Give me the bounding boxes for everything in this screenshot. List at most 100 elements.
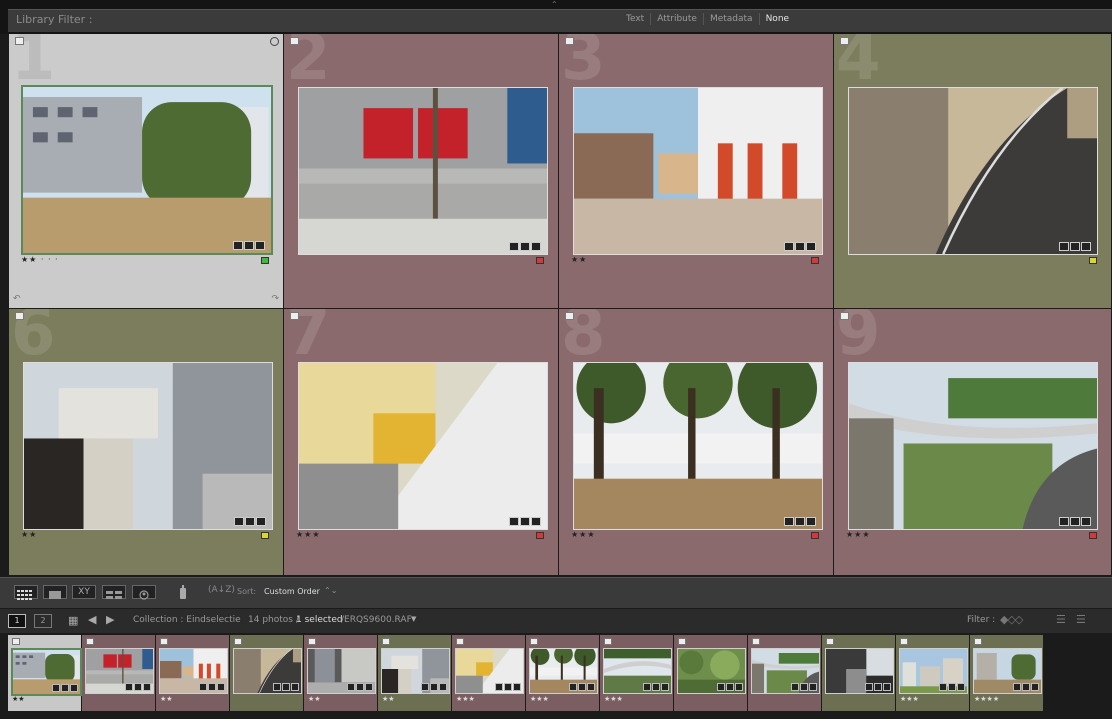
develop-badge-icon[interactable] [1081, 242, 1091, 251]
loupe-view-button[interactable] [43, 585, 67, 599]
pick-flag-icon[interactable] [752, 638, 760, 645]
pick-flag-icon[interactable] [840, 312, 849, 320]
spray-can-icon[interactable] [178, 584, 188, 600]
develop-badge-icon[interactable] [531, 517, 541, 526]
pick-flag-icon[interactable] [456, 638, 464, 645]
filter-tab-text[interactable]: Text [620, 13, 652, 25]
photo-thumbnail[interactable] [573, 362, 823, 530]
collection-label[interactable]: Collection : Eindselectie [133, 615, 241, 625]
grid-cell-7[interactable]: 7 ★★★ [284, 309, 559, 576]
photo-thumbnail[interactable] [298, 87, 548, 255]
collection-badge-icon[interactable] [509, 517, 519, 526]
filmstrip-thumbnail[interactable] [677, 648, 746, 694]
pick-flag-icon[interactable] [15, 37, 24, 45]
crop-badge-icon[interactable] [245, 517, 255, 526]
star-rating[interactable]: ★★★ [296, 530, 321, 539]
compare-view-button[interactable]: XY [72, 585, 96, 599]
filmstrip-thumbnail[interactable] [455, 648, 524, 694]
quick-collection-icon[interactable] [270, 37, 279, 46]
pick-flag-icon[interactable] [678, 638, 686, 645]
pick-flag-icon[interactable] [974, 638, 982, 645]
pick-flag-icon[interactable] [565, 312, 574, 320]
flag-filter-icon[interactable]: ◆◇◇ [1000, 613, 1023, 626]
survey-view-button[interactable] [102, 585, 126, 599]
photo-thumbnail[interactable] [298, 362, 548, 530]
color-label-icon[interactable] [811, 532, 819, 539]
develop-badge-icon[interactable] [1081, 517, 1091, 526]
filmstrip-thumbnail[interactable] [973, 648, 1042, 694]
color-label-icon[interactable] [1089, 532, 1097, 539]
filmstrip-thumbnail[interactable] [307, 648, 376, 694]
develop-badge-icon[interactable] [806, 517, 816, 526]
file-dropdown-icon[interactable]: ▼ [411, 615, 416, 623]
filmstrip-item[interactable] [674, 635, 748, 711]
filmstrip-item[interactable]: ★★★ [526, 635, 600, 711]
pick-flag-icon[interactable] [234, 638, 242, 645]
color-label-icon[interactable] [536, 257, 544, 264]
filmstrip-item[interactable] [82, 635, 156, 711]
filmstrip-thumbnail[interactable] [825, 648, 894, 694]
pick-flag-icon[interactable] [565, 37, 574, 45]
collection-badge-icon[interactable] [509, 242, 519, 251]
filter-lock-icon[interactable]: ☰ [1076, 613, 1086, 626]
photo-thumbnail[interactable] [21, 85, 273, 255]
people-view-button[interactable] [132, 585, 156, 600]
filmstrip-item[interactable] [748, 635, 822, 711]
grid-cell-8[interactable]: 8 ★★★ [559, 309, 834, 576]
collection-badge-icon[interactable] [1059, 517, 1069, 526]
pick-flag-icon[interactable] [382, 638, 390, 645]
panel-toggle-icon[interactable]: ⌃ [551, 0, 558, 9]
photo-thumbnail[interactable] [848, 87, 1098, 255]
crop-badge-icon[interactable] [520, 242, 530, 251]
develop-badge-icon[interactable] [531, 242, 541, 251]
filmstrip-thumbnail[interactable] [529, 648, 598, 694]
pick-flag-icon[interactable] [15, 312, 24, 320]
filmstrip-thumbnail[interactable] [751, 648, 820, 694]
filter-tab-none[interactable]: None [760, 13, 795, 25]
crop-badge-icon[interactable] [795, 242, 805, 251]
grid-mode-icon[interactable]: ▦ [68, 614, 78, 627]
photo-thumbnail[interactable] [573, 87, 823, 255]
filmstrip-thumbnail[interactable] [233, 648, 302, 694]
grid-cell-3[interactable]: 3 ★★ [559, 34, 834, 309]
develop-badge-icon[interactable] [255, 241, 265, 250]
filmstrip-item[interactable]: ★★★ [600, 635, 674, 711]
filmstrip-thumbnail[interactable] [85, 648, 154, 694]
star-rating[interactable]: ★★ · · · [21, 255, 59, 264]
pick-flag-icon[interactable] [840, 37, 849, 45]
filter-tab-metadata[interactable]: Metadata [704, 13, 760, 25]
filmstrip-item[interactable]: ★★★ [896, 635, 970, 711]
star-rating[interactable]: ★★★ [571, 530, 596, 539]
filmstrip-item[interactable]: ★★★ [452, 635, 526, 711]
star-rating[interactable]: ★★★ [846, 530, 871, 539]
main-window-button[interactable]: 1 [8, 614, 26, 628]
collection-badge-icon[interactable] [234, 517, 244, 526]
crop-badge-icon[interactable] [244, 241, 254, 250]
filmstrip-thumbnail[interactable] [899, 648, 968, 694]
collection-badge-icon[interactable] [1059, 242, 1069, 251]
pick-flag-icon[interactable] [12, 638, 20, 645]
filter-presets-icon[interactable]: ☰ [1056, 613, 1066, 626]
rotate-right-icon[interactable]: ↷ [271, 294, 279, 304]
color-label-icon[interactable] [1089, 257, 1097, 264]
pick-flag-icon[interactable] [86, 638, 94, 645]
grid-cell-2[interactable]: 2 [284, 34, 559, 309]
rotate-left-icon[interactable]: ↶ [13, 294, 21, 304]
grid-cell-4[interactable]: 4 [834, 34, 1112, 309]
star-rating[interactable]: ★★ [21, 530, 37, 539]
sort-order-select[interactable]: Custom Order [264, 587, 320, 596]
pick-flag-icon[interactable] [530, 638, 538, 645]
develop-badge-icon[interactable] [256, 517, 266, 526]
pick-flag-icon[interactable] [308, 638, 316, 645]
grid-cell-1[interactable]: 1 ★★ · · · ↶ ↷ [9, 34, 284, 309]
color-label-icon[interactable] [261, 532, 269, 539]
sort-dropdown-icon[interactable]: ⌃⌄ [324, 586, 337, 595]
color-label-icon[interactable] [261, 257, 269, 264]
pick-flag-icon[interactable] [900, 638, 908, 645]
filter-tab-attribute[interactable]: Attribute [651, 13, 704, 25]
color-label-icon[interactable] [811, 257, 819, 264]
filmstrip-item[interactable]: ★★ [304, 635, 378, 711]
filmstrip-item[interactable]: ★★ [156, 635, 230, 711]
crop-badge-icon[interactable] [1070, 242, 1080, 251]
filmstrip-thumbnail[interactable] [603, 648, 672, 694]
